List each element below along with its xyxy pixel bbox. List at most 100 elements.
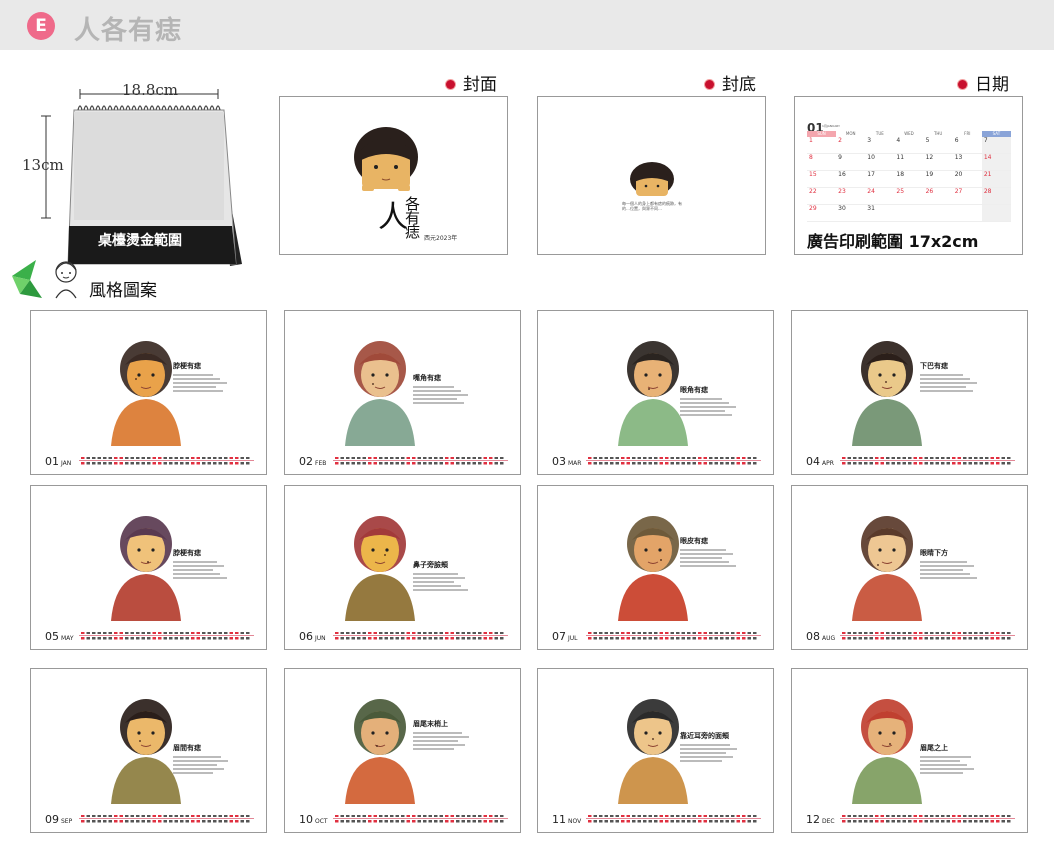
day-mark [974,820,978,823]
month-caption-title: 脖梗有痣 [173,361,201,370]
day-strip-graphic [333,815,508,823]
weekday-mark [351,457,355,459]
day-mark [709,462,713,465]
weekday-mark [742,815,746,817]
day-mark [147,820,151,823]
month-panel-dec[interactable]: 眉尾之上 12 DEC [791,668,1028,833]
day-mark [637,637,641,640]
cover-panel[interactable]: 人 各有痣 西元2023年 [279,96,508,255]
day-mark [240,462,244,465]
day-mark [368,820,372,823]
day-mark [467,637,471,640]
day-mark [742,820,746,823]
weekday-mark [654,457,658,459]
weekday-mark [930,632,934,634]
month-panel-oct[interactable]: 眉尾末梢上 10 OCT [284,668,521,833]
day-mark [158,637,162,640]
cover-subtitle: 西元2023年 [424,235,458,242]
month-panel-jan[interactable]: 脖梗有痣 01 JAN [30,310,267,475]
day-mark [373,462,377,465]
weekday-mark [456,457,460,459]
weekday-mark [218,457,222,459]
weekday-mark [632,632,636,634]
day-mark [637,820,641,823]
weekday-mark [753,457,757,459]
month-caption: 脖梗有痣 [173,548,233,581]
month-caption-lines [173,561,233,579]
day-mark [604,462,608,465]
day-mark [670,820,674,823]
day-mark [494,462,498,465]
day-mark [687,637,691,640]
date-row: 15 16 17 18 19 20 21 [807,171,1011,188]
back-panel[interactable]: 每一個人的身上都有痣的痕跡，有的…位置，與眾不同… [537,96,766,255]
day-mark [169,462,173,465]
day-mark [720,637,724,640]
date-panel[interactable]: 01 1月JANUARY SUN MON TUE WED THU FRI SAT… [794,96,1023,255]
month-panel-mar[interactable]: 眼角有痣 03 MAR [537,310,774,475]
weekday-mark [191,632,195,634]
day-mark [169,637,173,640]
month-panel-sep[interactable]: 眉間有痣 09 SEP [30,668,267,833]
weekday-mark [434,815,438,817]
weekday-mark [152,632,156,634]
month-day-strip [333,631,508,641]
date-month-subtitle: 1月JANUARY [822,124,841,128]
weekday-mark [703,815,707,817]
weekday-mark [615,815,619,817]
month-panel-aug[interactable]: 眼睛下方 08 AUG [791,485,1028,650]
day-mark [357,637,361,640]
month-panel-may[interactable]: 脖梗有痣 05 MAY [30,485,267,650]
month-panel-nov[interactable]: 靠近耳旁的面頰 11 NOV [537,668,774,833]
day-mark [439,462,443,465]
day-mark [108,637,112,640]
day-mark [390,820,394,823]
day-mark [747,637,751,640]
month-day-strip [333,814,508,824]
weekday-mark [384,457,388,459]
day-mark [725,637,729,640]
day-mark [423,637,427,640]
day-mark [368,462,372,465]
day-mark [346,462,350,465]
day-mark [401,820,405,823]
day-mark [952,637,956,640]
day-mark [659,820,663,823]
weekday-mark [968,457,972,459]
weekday-mark [632,815,636,817]
day-mark [483,820,487,823]
weekday-mark [412,457,416,459]
month-caption-lines [920,561,980,579]
weekday-mark [968,815,972,817]
day-mark [692,462,696,465]
day-mark [362,820,366,823]
day-mark [676,462,680,465]
day-mark [714,820,718,823]
day-mark [119,820,123,823]
day-mark [346,637,350,640]
weekday-mark [384,632,388,634]
day-mark [979,820,983,823]
weekday-mark [240,457,244,459]
style-section-icon [12,260,77,299]
month-panel-jun[interactable]: 鼻子旁臉頰 06 JUN [284,485,521,650]
month-panel-jul[interactable]: 眼皮有痣 07 JUL [537,485,774,650]
day-mark [968,820,972,823]
day-mark [687,820,691,823]
day-mark [97,462,101,465]
weekday-mark [604,815,608,817]
day-mark [191,820,195,823]
month-panel-apr[interactable]: 下巴有痣 04 APR [791,310,1028,475]
back-character-illustration [630,162,674,196]
day-mark [1007,637,1011,640]
month-panel-feb[interactable]: 嘴角有痣 02 FEB [284,310,521,475]
day-mark [379,462,383,465]
month-caption-title: 脖梗有痣 [173,548,201,557]
day-mark [467,462,471,465]
month-calendar-strip: 01 JAN [31,454,266,468]
weekday-mark [957,632,961,634]
day-mark [930,820,934,823]
day-mark [86,820,90,823]
day-mark [742,462,746,465]
weekday-mark [869,632,873,634]
